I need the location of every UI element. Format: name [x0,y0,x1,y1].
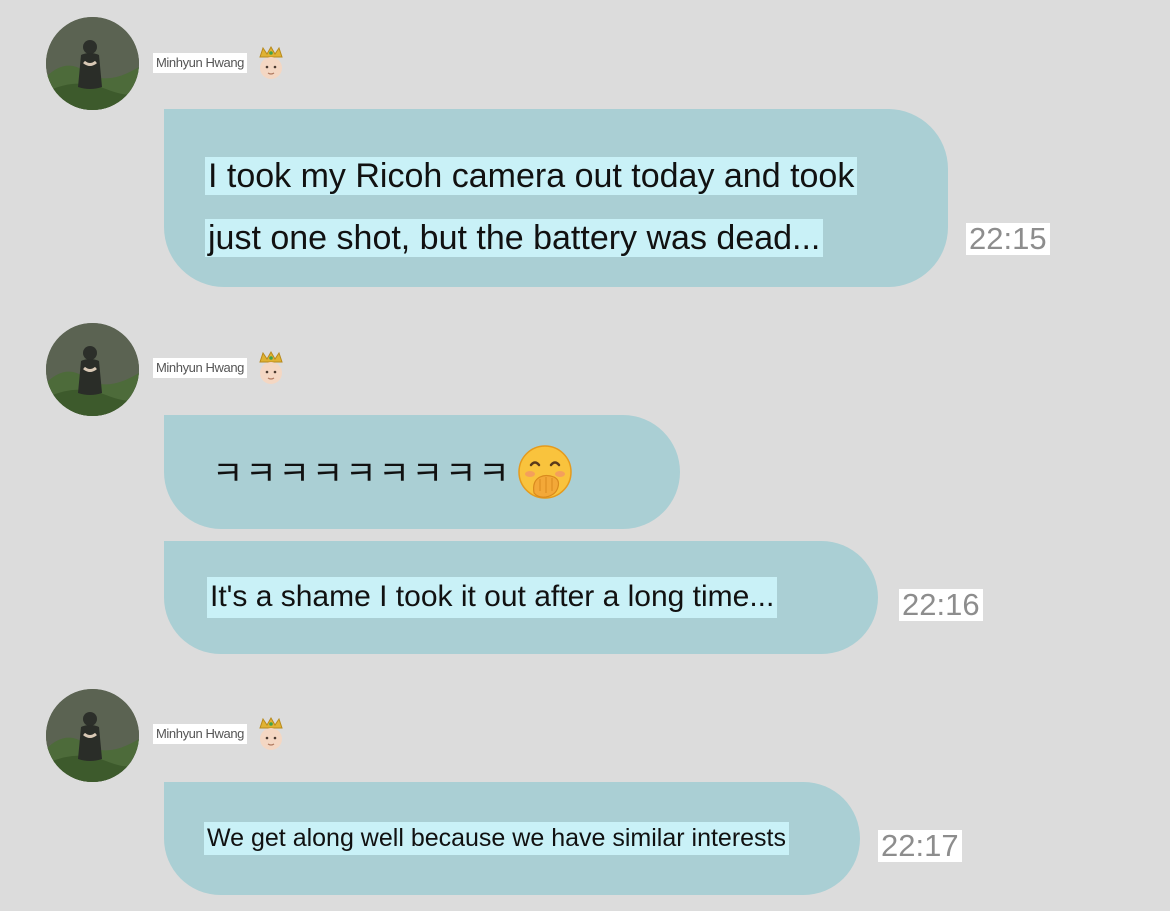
crown-icon [259,45,283,79]
crown-icon [259,350,283,384]
timestamp: 22:16 [899,589,983,621]
timestamp: 22:17 [878,830,962,862]
face-with-hand-over-mouth-icon [517,445,572,499]
sender-name[interactable]: Minhyun Hwang [153,358,248,378]
avatar[interactable] [46,689,139,782]
sender-name[interactable]: Minhyun Hwang [153,724,248,744]
avatar-photo [46,17,139,110]
message-text: ㅋㅋㅋㅋㅋㅋㅋㅋㅋ [212,453,512,494]
message-bubble[interactable]: It's a shame I took it out after a long … [164,541,878,654]
avatar[interactable] [46,17,139,110]
message-text: We get along well because we have simila… [204,821,789,856]
crown-icon [259,716,283,750]
chat-window: Minhyun Hwang I took my Ricoh camera out… [0,0,1170,911]
message-bubble[interactable]: I took my Ricoh camera out today and too… [164,109,948,287]
sender-row: Minhyun Hwang [153,45,285,81]
message-bubble[interactable]: ㅋㅋㅋㅋㅋㅋㅋㅋㅋ [164,415,680,529]
avatar[interactable] [46,323,139,416]
sender-name[interactable]: Minhyun Hwang [153,53,248,73]
message-text: It's a shame I took it out after a long … [207,577,778,618]
avatar-photo [46,323,139,416]
sender-row: Minhyun Hwang [153,350,285,386]
avatar-photo [46,689,139,782]
sender-row: Minhyun Hwang [153,716,285,752]
message-text-line: just one shot, but the battery was dead.… [205,219,824,257]
timestamp: 22:15 [966,223,1050,255]
message-bubble[interactable]: We get along well because we have simila… [164,782,860,895]
message-text-line: I took my Ricoh camera out today and too… [205,157,858,195]
